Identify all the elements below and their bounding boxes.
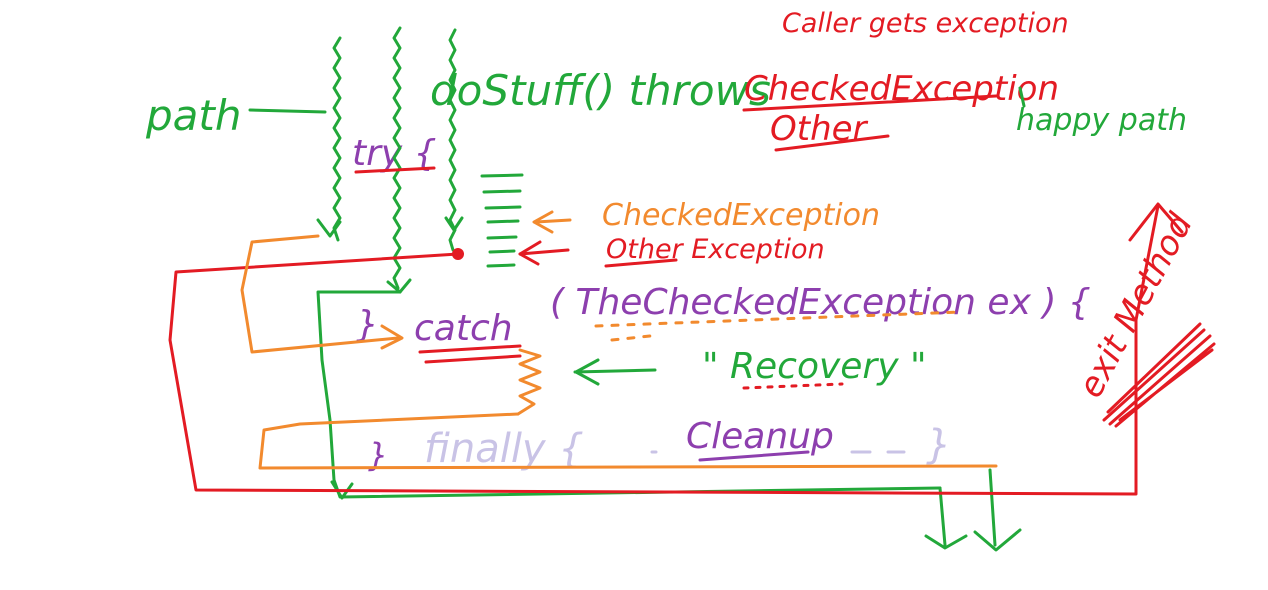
wavy-right-arrowhead	[444, 216, 464, 232]
try-statement-line-4	[486, 219, 520, 224]
try-statement-line-5	[486, 235, 518, 240]
flow-drop-arrowhead-right	[973, 528, 1022, 552]
caller-gets-exception-label: Caller gets exception	[782, 8, 1069, 39]
flow-drop-line-left	[938, 486, 947, 547]
recovery-arrow-line	[573, 368, 657, 374]
wavy-line-right	[448, 28, 457, 252]
wavy-line-left	[332, 36, 342, 242]
finally-end-brace: }	[926, 422, 951, 468]
checked-exception-top-label: CheckedException	[744, 69, 1059, 109]
catch-underline-2	[424, 354, 522, 364]
path-label: path	[145, 91, 241, 140]
cleanup-label: Cleanup	[686, 416, 834, 457]
do-stuff-label: doStuff() throws	[430, 66, 771, 115]
try-statement-line-6	[488, 249, 516, 254]
checked-exception-mid-label: CheckedException	[602, 198, 880, 233]
catch-to-finally-squiggle	[516, 348, 542, 416]
other-top-label: Other	[770, 109, 869, 149]
recovery-label: " Recovery "	[702, 346, 927, 387]
checked-to-catch-arrowhead	[380, 324, 404, 350]
happy-path-label-line1: happy path	[1016, 103, 1187, 138]
try-statement-line-1	[480, 173, 524, 178]
whiteboard-canvas: Caller gets exception path doStuff() thr…	[145, 8, 1216, 552]
checked-exception-mid-arrow-line	[534, 218, 572, 224]
flow-drop-line-right	[988, 468, 997, 547]
try-statement-line-2	[482, 189, 522, 194]
try-statement-line-3	[484, 205, 522, 210]
wavy-middle-arrowhead	[386, 278, 412, 294]
other-exception-label: Other Exception	[606, 234, 825, 265]
path-connector-line	[248, 108, 327, 114]
finally-label: finally {	[424, 426, 584, 472]
try-statement-line-7	[486, 263, 516, 268]
catch-args-dotted-underline-2	[610, 334, 652, 342]
catch-label: catch	[414, 308, 513, 349]
